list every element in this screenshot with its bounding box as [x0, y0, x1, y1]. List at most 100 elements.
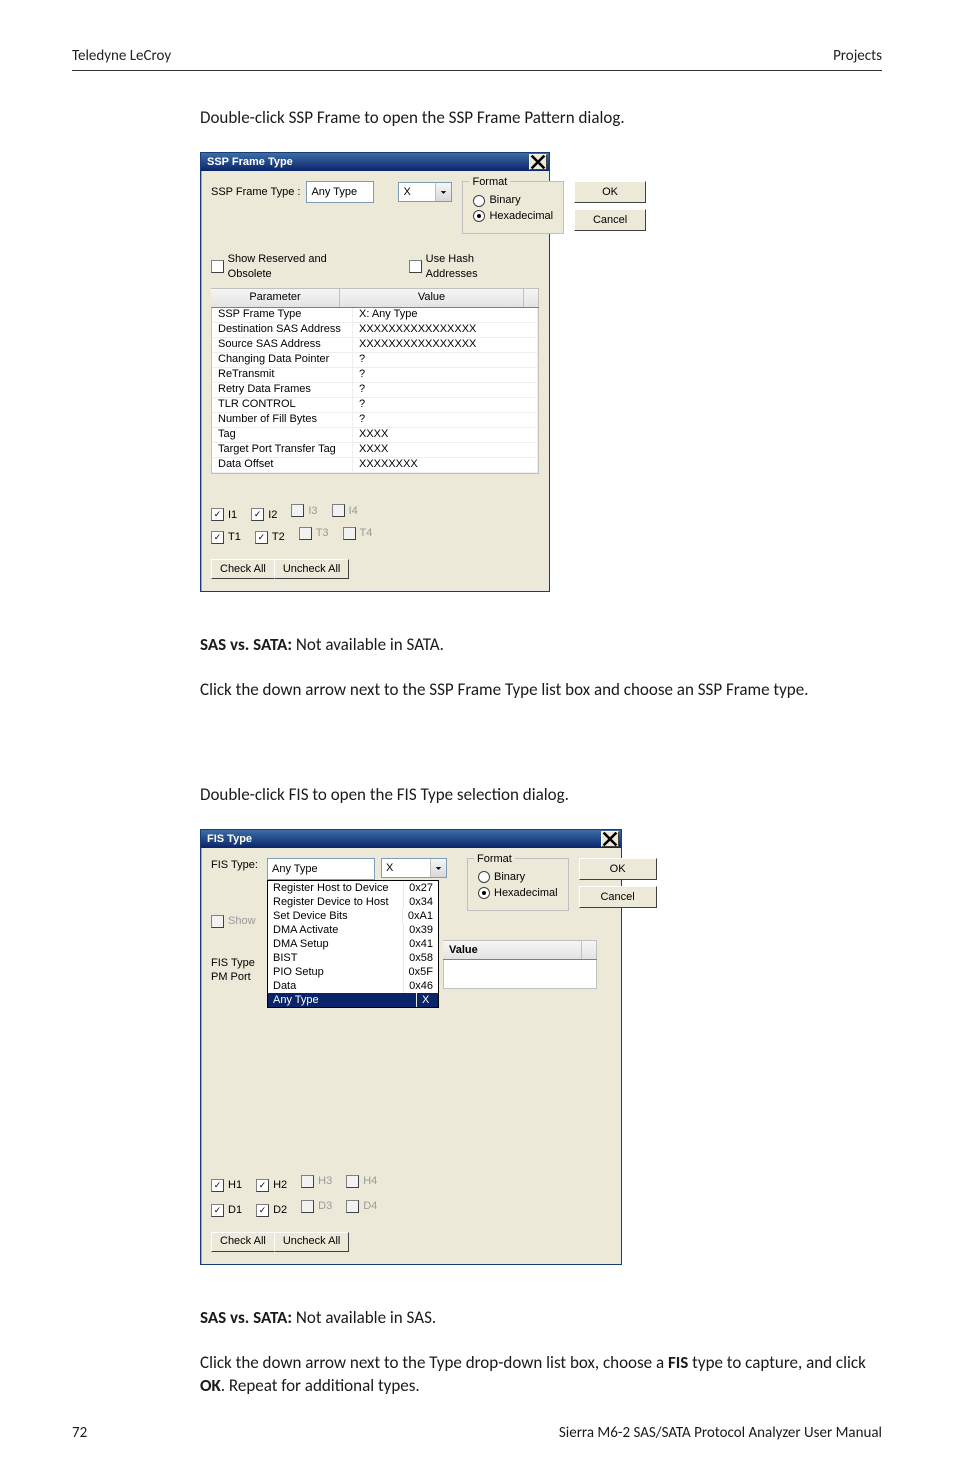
dropdown-option[interactable]: Set Device Bits0xA1: [268, 909, 438, 923]
table-row[interactable]: Source SAS AddressXXXXXXXXXXXXXXXX: [212, 338, 538, 353]
instruction-after-dlg1: Click the down arrow next to the SSP Fra…: [200, 679, 882, 702]
checkbox-h2[interactable]: H2: [256, 1178, 287, 1193]
checkbox-i1[interactable]: I1: [211, 508, 237, 523]
col-parameter[interactable]: Parameter: [211, 289, 340, 307]
dropdown-option[interactable]: DMA Setup0x41: [268, 937, 438, 951]
dropdown-option[interactable]: DMA Activate0x39: [268, 923, 438, 937]
ssp-frame-type-value[interactable]: Any Type: [306, 181, 374, 203]
uncheck-all-button[interactable]: Uncheck All: [274, 559, 349, 579]
radio-binary[interactable]: Binary: [478, 870, 558, 885]
col-value[interactable]: Value: [340, 289, 524, 307]
param-cell: Tag: [212, 428, 353, 442]
table-row[interactable]: Target Port Transfer TagXXXX: [212, 443, 538, 458]
ssp-frame-type-label: SSP Frame Type :: [211, 185, 300, 200]
param-cell: Source SAS Address: [212, 338, 353, 352]
radio-icon: [473, 210, 485, 222]
checkbox-icon: [255, 531, 268, 544]
fis-host-checkrow: H1H2H3H4: [211, 1174, 611, 1193]
dropdown-option[interactable]: PIO Setup0x5F: [268, 965, 438, 979]
checkbox-icon: [251, 508, 264, 521]
radio-icon: [478, 871, 490, 883]
show-reserved-checkbox[interactable]: Show Reserved and Obsolete: [211, 252, 369, 282]
cancel-button[interactable]: Cancel: [579, 886, 657, 908]
chevron-down-icon[interactable]: [430, 859, 446, 877]
value-cell: XXXXXXXXXXXXXXXX: [353, 338, 538, 352]
use-hash-checkbox[interactable]: Use Hash Addresses: [409, 252, 525, 282]
table-row[interactable]: SSP Frame TypeX: Any Type: [212, 308, 538, 323]
checkbox-h1[interactable]: H1: [211, 1178, 242, 1193]
param-cell: Changing Data Pointer: [212, 353, 353, 367]
table-row[interactable]: ReTransmit?: [212, 368, 538, 383]
table-row[interactable]: Changing Data Pointer?: [212, 353, 538, 368]
option-name: Set Device Bits: [268, 909, 403, 923]
ok-button[interactable]: OK: [579, 858, 657, 880]
dropdown-option[interactable]: Register Device to Host0x34: [268, 895, 438, 909]
checkbox-i4: I4: [332, 504, 358, 519]
table-row[interactable]: TLR CONTROL?: [212, 398, 538, 413]
checkbox-d2[interactable]: D2: [256, 1203, 287, 1218]
param-cell: TLR CONTROL: [212, 398, 353, 412]
cancel-button[interactable]: Cancel: [574, 209, 646, 231]
fis-type-value[interactable]: Any Type: [267, 858, 375, 880]
intro-paragraph-2: Double-click FIS to open the FIS Type se…: [200, 784, 882, 807]
footer-page-number: 72: [72, 1423, 87, 1443]
header-left: Teledyne LeCroy: [72, 46, 171, 66]
ssp-dialog-title: SSP Frame Type: [207, 155, 293, 170]
fis-value-header[interactable]: Value: [443, 941, 582, 959]
table-row[interactable]: Data OffsetXXXXXXXX: [212, 458, 538, 473]
table-row[interactable]: Destination SAS AddressXXXXXXXXXXXXXXXX: [212, 323, 538, 338]
value-cell: XXXXXXXXXXXXXXXX: [353, 323, 538, 337]
fis-x-combo[interactable]: X: [381, 858, 447, 878]
fis-dialog-title: FIS Type: [207, 832, 252, 847]
checkbox-icon: [301, 1175, 314, 1188]
value-cell: ?: [353, 368, 538, 382]
left-label-fis-type: FIS Type: [211, 956, 255, 970]
option-name: Register Device to Host: [268, 895, 404, 909]
checkbox-i2[interactable]: I2: [251, 508, 277, 523]
option-name: PIO Setup: [268, 965, 404, 979]
checkbox-t1[interactable]: T1: [211, 530, 241, 545]
dropdown-option[interactable]: Any TypeX: [268, 993, 438, 1007]
close-icon[interactable]: [601, 831, 619, 847]
format-legend: Format: [474, 852, 515, 867]
radio-hexadecimal[interactable]: Hexadecimal: [473, 209, 553, 224]
fis-device-checkrow: D1D2D3D4: [211, 1199, 611, 1218]
chevron-down-icon[interactable]: [435, 183, 451, 201]
radio-binary[interactable]: Binary: [473, 193, 553, 208]
ssp-x-combo[interactable]: X: [398, 182, 452, 202]
checkbox-t2[interactable]: T2: [255, 530, 285, 545]
checkbox-icon: [256, 1204, 269, 1217]
checkbox-i3: I3: [291, 504, 317, 519]
checkbox-d1[interactable]: D1: [211, 1203, 242, 1218]
option-code: 0x39: [404, 923, 438, 937]
ssp-x-value: X: [399, 183, 435, 201]
dropdown-option[interactable]: Data0x46: [268, 979, 438, 993]
checkbox-icon: [256, 1179, 269, 1192]
dropdown-option[interactable]: Register Host to Device0x27: [268, 881, 438, 895]
close-icon[interactable]: [529, 154, 547, 170]
ssp-parameter-grid: SSP Frame TypeX: Any TypeDestination SAS…: [211, 308, 539, 474]
table-row[interactable]: Retry Data Frames?: [212, 383, 538, 398]
param-cell: SSP Frame Type: [212, 308, 353, 322]
checkbox-icon: [409, 260, 422, 273]
table-row[interactable]: TagXXXX: [212, 428, 538, 443]
col-scroll: [582, 941, 597, 959]
value-cell: XXXXXXXX: [353, 458, 538, 472]
checkbox-icon: [299, 527, 312, 540]
option-code: X: [417, 993, 438, 1007]
dropdown-option[interactable]: BIST0x58: [268, 951, 438, 965]
checkbox-icon: [211, 915, 224, 928]
ok-button[interactable]: OK: [574, 181, 646, 203]
col-scroll: [524, 289, 539, 307]
value-cell: XXXX: [353, 443, 538, 457]
check-all-button[interactable]: Check All: [211, 559, 275, 579]
checkbox-icon: [343, 527, 356, 540]
checkbox-icon: [211, 260, 224, 273]
ssp-target-checkrow: T1T2T3T4: [211, 526, 539, 545]
table-row[interactable]: Number of Fill Bytes?: [212, 413, 538, 428]
fis-type-dropdown-list[interactable]: Register Host to Device0x27Register Devi…: [267, 880, 439, 1008]
param-cell: ReTransmit: [212, 368, 353, 382]
radio-hexadecimal[interactable]: Hexadecimal: [478, 886, 558, 901]
value-cell: ?: [353, 413, 538, 427]
instruction-after-dlg2: Click the down arrow next to the Type dr…: [200, 1352, 882, 1398]
